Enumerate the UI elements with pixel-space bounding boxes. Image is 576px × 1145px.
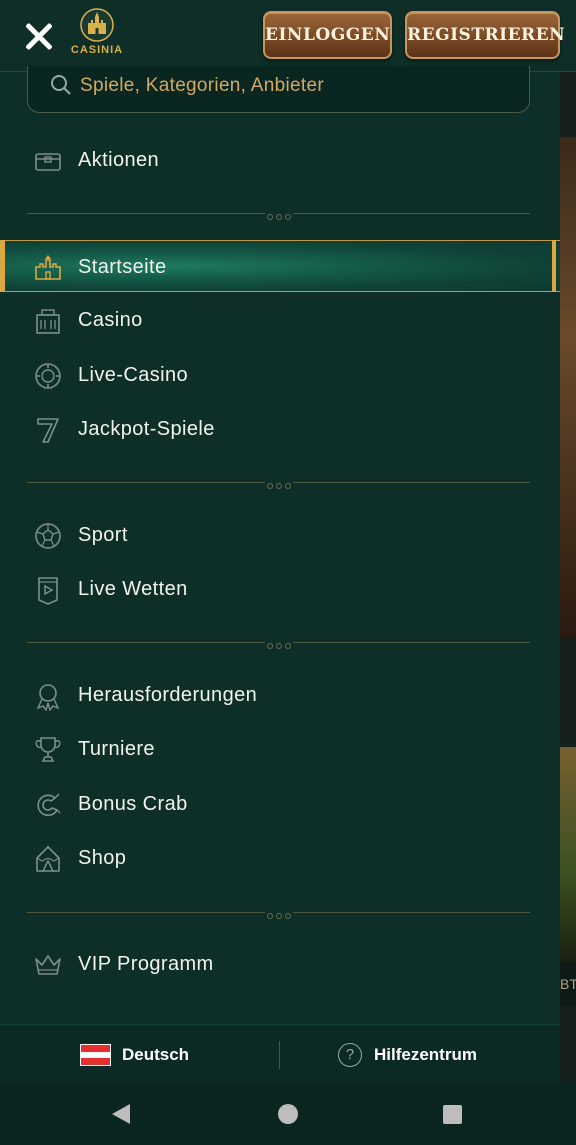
divider-ornament-icon: [267, 214, 291, 220]
menu-item-label: Turniere: [78, 738, 155, 760]
menu-divider: [27, 209, 530, 220]
system-navigation-bar: [0, 1084, 576, 1145]
seven-icon: [37, 418, 59, 443]
menu-item-herausforderungen[interactable]: Herausforderungen: [0, 669, 560, 721]
treasure-chest-icon: [35, 153, 61, 171]
castle-icon: [35, 255, 61, 280]
side-menu-panel: Spiele, Kategorien, Anbieter Aktionen St…: [0, 66, 560, 1024]
search-placeholder: Spiele, Kategorien, Anbieter: [80, 75, 324, 96]
search-icon: [51, 75, 71, 95]
menu-item-aktionen[interactable]: Aktionen: [0, 134, 560, 186]
search-input[interactable]: Spiele, Kategorien, Anbieter: [27, 66, 530, 113]
menu-item-casino[interactable]: Casino: [0, 294, 560, 346]
question-mark-icon: ?: [338, 1043, 362, 1067]
live-bet-banner-icon: [38, 577, 58, 605]
tent-icon: [36, 846, 60, 872]
austria-flag-icon: [80, 1044, 111, 1066]
menu-item-live-wetten[interactable]: Live Wetten: [0, 563, 560, 615]
menu-item-live-casino[interactable]: Live-Casino: [0, 349, 560, 401]
menu-item-label: Bonus Crab: [78, 793, 188, 815]
menu-item-label: Shop: [78, 847, 127, 869]
help-center-label: Hilfezentrum: [374, 1045, 477, 1064]
poker-chip-icon: [35, 363, 61, 389]
castle-logo-icon: [80, 8, 114, 42]
header: CASINIA EINLOGGEN REGISTRIEREN: [0, 0, 576, 72]
footer-separator: [279, 1041, 280, 1069]
casino-building-icon: [36, 309, 60, 334]
divider-ornament-icon: [267, 483, 291, 489]
menu-item-startseite[interactable]: Startseite: [0, 240, 560, 292]
home-icon[interactable]: [278, 1104, 298, 1124]
logo-text: CASINIA: [70, 44, 124, 56]
screen: BT CASINIA EINLOGGEN REGISTRIEREN Spiele…: [0, 0, 576, 1145]
menu-item-label: Casino: [78, 309, 143, 331]
menu-item-label: Jackpot-Spiele: [78, 418, 215, 440]
help-center-link[interactable]: ? Hilfezentrum: [338, 1025, 518, 1085]
back-icon[interactable]: [112, 1104, 130, 1124]
recent-apps-icon[interactable]: [443, 1105, 462, 1124]
menu-item-vip-programm[interactable]: VIP Programm: [0, 938, 560, 990]
menu-item-label: Live-Casino: [78, 364, 189, 386]
divider-ornament-icon: [267, 643, 291, 649]
menu-item-label: Sport: [78, 524, 128, 546]
language-label: Deutsch: [122, 1045, 190, 1064]
menu-item-shop[interactable]: Shop: [0, 832, 560, 884]
menu-item-jackpot-spiele[interactable]: Jackpot-Spiele: [0, 403, 560, 455]
close-menu-button[interactable]: [20, 18, 58, 56]
menu-divider: [27, 638, 530, 649]
register-button[interactable]: REGISTRIEREN: [405, 11, 565, 59]
menu-item-label: Aktionen: [78, 149, 160, 171]
menu-item-label: Live Wetten: [78, 578, 188, 600]
login-button[interactable]: EINLOGGEN: [263, 11, 392, 59]
trophy-icon: [35, 737, 61, 762]
menu-item-bonus-crab[interactable]: Bonus Crab: [0, 778, 560, 830]
menu-footer: Deutsch ? Hilfezentrum: [0, 1024, 560, 1084]
soccer-ball-icon: [35, 523, 61, 549]
menu-item-turniere[interactable]: Turniere: [0, 723, 560, 775]
menu-item-label: VIP Programm: [78, 953, 214, 975]
background-peek-text: BT: [560, 962, 576, 1006]
menu-divider: [27, 908, 530, 919]
casinia-logo[interactable]: CASINIA: [68, 8, 126, 64]
medal-icon: [36, 684, 60, 711]
menu-divider: [27, 478, 530, 489]
background-page-peek: BT: [560, 72, 576, 1082]
menu-item-label: Herausforderungen: [78, 684, 258, 706]
crown-icon: [35, 955, 61, 975]
menu-item-label: Startseite: [78, 256, 167, 278]
crab-claw-icon: [37, 793, 61, 817]
divider-ornament-icon: [267, 913, 291, 919]
menu-item-sport[interactable]: Sport: [0, 509, 560, 561]
